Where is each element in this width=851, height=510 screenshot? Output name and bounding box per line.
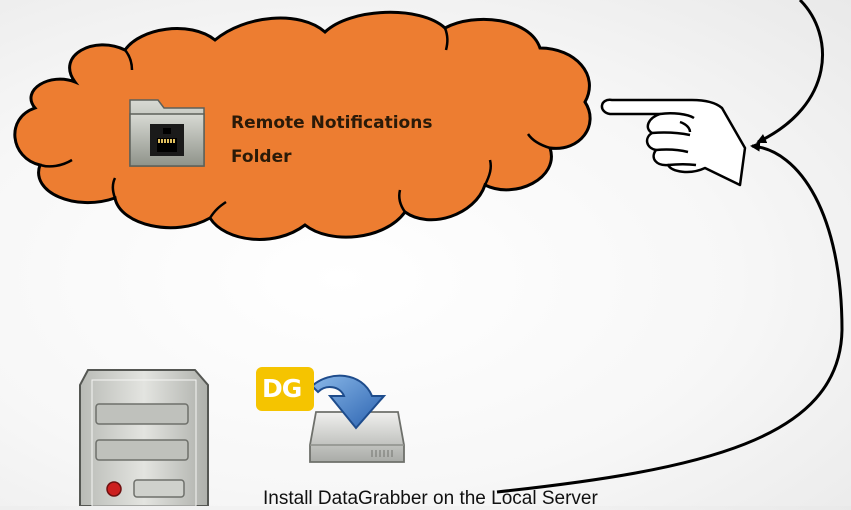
install-drive-icon bbox=[309, 374, 405, 463]
diagram-canvas bbox=[13, 0, 844, 506]
pointing-hand-icon bbox=[600, 98, 747, 187]
server-tower-icon bbox=[79, 369, 209, 506]
connector-arrow-loop bbox=[496, 141, 844, 494]
cloud-label-line-1: Remote Notifications bbox=[231, 113, 433, 133]
remote-notifications-folder-label: Remote Notifications Folder bbox=[231, 106, 432, 174]
connector-arrow-top bbox=[756, 0, 825, 144]
datagrabber-logo-badge: DG bbox=[256, 367, 314, 411]
install-caption: Install DataGrabber on the Local Server bbox=[263, 488, 598, 509]
network-folder-icon bbox=[129, 99, 205, 167]
cloud-label-line-2: Folder bbox=[231, 147, 292, 167]
